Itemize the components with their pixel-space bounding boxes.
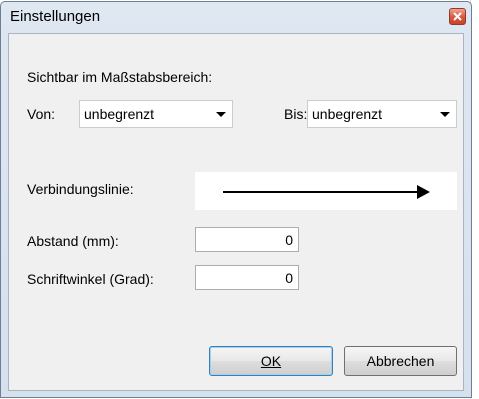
to-scale-value: unbegrenzt bbox=[312, 106, 383, 122]
scale-range-heading: Sichtbar im Maßstabsbereich: bbox=[27, 69, 213, 85]
ok-button-label: OK bbox=[260, 353, 282, 369]
from-scale-value: unbegrenzt bbox=[84, 106, 155, 122]
dialog-content: Sichtbar im Maßstabsbereich: Von: unbegr… bbox=[8, 33, 464, 391]
chevron-down-icon[interactable] bbox=[440, 112, 450, 117]
connection-line-label: Verbindungslinie: bbox=[27, 181, 134, 197]
to-scale-select[interactable]: unbegrenzt bbox=[307, 100, 457, 128]
font-angle-input[interactable]: 0 bbox=[195, 265, 299, 290]
font-angle-value: 0 bbox=[285, 270, 293, 286]
to-label: Bis: bbox=[284, 106, 308, 122]
close-button[interactable] bbox=[449, 8, 466, 25]
chevron-down-icon[interactable] bbox=[216, 112, 226, 117]
from-label: Von: bbox=[27, 106, 56, 122]
ok-button[interactable]: OK bbox=[209, 346, 333, 376]
cancel-button-label: Abbrechen bbox=[366, 353, 435, 369]
window-title: Einstellungen bbox=[10, 8, 101, 25]
distance-label: Abstand (mm): bbox=[27, 233, 119, 249]
connection-line-picker[interactable] bbox=[195, 172, 457, 210]
cancel-button[interactable]: Abbrechen bbox=[344, 346, 457, 376]
font-angle-label: Schriftwinkel (Grad): bbox=[27, 271, 154, 287]
title-bar[interactable]: Einstellungen bbox=[1, 2, 471, 32]
close-icon bbox=[453, 12, 462, 21]
from-scale-select[interactable]: unbegrenzt bbox=[79, 100, 233, 128]
distance-value: 0 bbox=[285, 232, 293, 248]
distance-input[interactable]: 0 bbox=[195, 227, 299, 252]
settings-dialog: Einstellungen Sichtbar im Maßstabsbereic… bbox=[0, 1, 472, 398]
